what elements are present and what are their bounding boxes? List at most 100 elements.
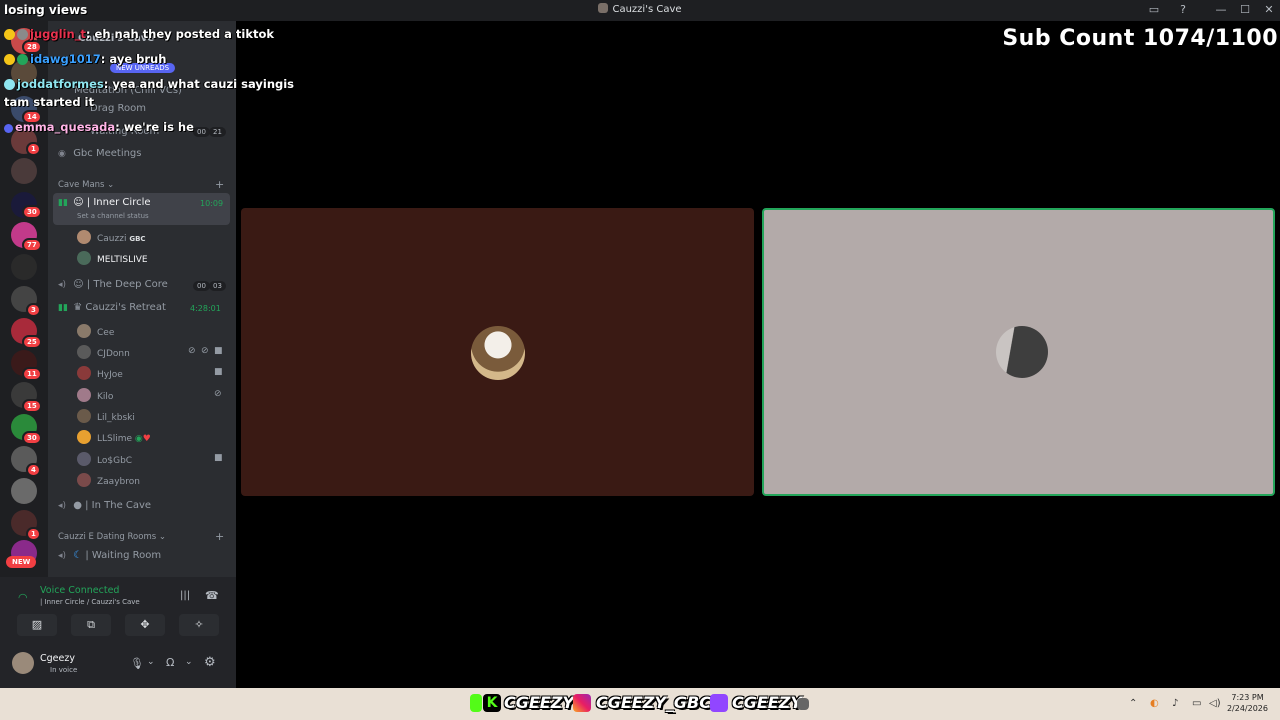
microphone-icon[interactable]: ♪ xyxy=(1172,698,1178,709)
add-channel-icon[interactable]: + xyxy=(215,178,224,191)
voice-user[interactable]: Lo$GbC xyxy=(77,452,132,466)
chat-message-continued: tam started it xyxy=(4,95,94,109)
headphones-icon[interactable]: Ω xyxy=(166,656,174,669)
user-name: HyJoe xyxy=(97,370,123,380)
server-icon-8[interactable] xyxy=(11,254,37,280)
microphone-icon[interactable]: 🎙︎ xyxy=(130,657,144,670)
chat-text: we're is he xyxy=(123,120,194,134)
channel-status[interactable]: Set a channel status xyxy=(77,212,149,220)
rail-badge: 30 xyxy=(22,431,42,445)
camera-off-button[interactable]: ▨ xyxy=(17,614,57,636)
channel-cauzzis-retreat[interactable]: ▮▮ ♛ Cauzzi's Retreat xyxy=(58,302,166,313)
social-handle-instagram: CGEEZY_GBC xyxy=(596,693,711,712)
server-icon-15[interactable] xyxy=(11,478,37,504)
speaker-icon: ◂) xyxy=(58,501,67,511)
rail-badge: 1 xyxy=(26,142,41,156)
chevron-up-icon[interactable]: ⌃ xyxy=(1129,698,1137,709)
gear-icon[interactable]: ⚙ xyxy=(204,655,216,670)
voice-user-cauzzi[interactable]: Cauzzi GBC xyxy=(77,230,146,244)
rail-badge: 4 xyxy=(26,463,41,477)
avatar xyxy=(77,430,91,444)
user-limit-pill: 21 xyxy=(209,127,226,137)
chat-badge-icon xyxy=(4,79,15,90)
close-button[interactable]: ✕ xyxy=(1262,3,1276,17)
avatar[interactable] xyxy=(12,652,34,674)
category-dating-rooms[interactable]: Cauzzi E Dating Rooms ⌄ xyxy=(58,532,166,542)
social-handle-kick: CGEEZY xyxy=(504,693,574,712)
minimize-button[interactable]: — xyxy=(1214,3,1228,17)
new-badge[interactable]: NEW xyxy=(6,556,37,568)
window-title-bar: Cauzzi's Cave ▭ ? — ☐ ✕ xyxy=(0,0,1280,21)
help-icon[interactable]: ? xyxy=(1176,3,1190,17)
channel-drag-room[interactable]: Drag Room xyxy=(90,103,146,114)
chat-separator: : xyxy=(85,27,91,41)
chevron-down-icon[interactable]: ⌄ xyxy=(147,657,155,667)
channel-in-the-cave[interactable]: ◂) ● | In The Cave xyxy=(58,500,151,511)
channel-waiting-room[interactable]: ◂) ☾ | Waiting Room xyxy=(58,550,161,561)
add-channel-icon[interactable]: + xyxy=(215,530,224,543)
channel-label: | Inner Circle xyxy=(86,197,151,208)
chat-badge-icon xyxy=(17,54,28,65)
soundboard-button[interactable]: ✧ xyxy=(179,614,219,636)
chat-username: jugglin_t xyxy=(30,27,86,41)
chat-separator: : xyxy=(115,120,120,134)
user-status: In voice xyxy=(50,666,78,674)
voice-location[interactable]: | Inner Circle / Cauzzi's Cave xyxy=(40,598,140,606)
inbox-icon[interactable]: ▭ xyxy=(1147,3,1161,17)
app-tray-icon[interactable]: ◐ xyxy=(1150,698,1159,709)
channel-deep-core[interactable]: ◂) ☺ | The Deep Core xyxy=(58,279,168,290)
chevron-down-icon[interactable]: ⌄ xyxy=(185,657,193,667)
user-name: CJDonn xyxy=(97,349,130,359)
emoji-icon: ☺ xyxy=(73,197,84,208)
camera-icon: ■ xyxy=(214,367,223,377)
chat-separator: : xyxy=(100,52,106,66)
chat-badge-icon xyxy=(17,29,28,40)
chat-username: emma_quesada xyxy=(15,120,116,134)
server-icon xyxy=(598,3,609,13)
signal-icon: ◠ xyxy=(18,591,28,604)
voice-user[interactable]: LLSlime ◉♥ xyxy=(77,430,151,444)
network-icon[interactable]: ▭ xyxy=(1192,698,1201,709)
channel-inner-circle[interactable]: ▮▮ ☺ | Inner Circle xyxy=(58,197,151,208)
video-tile-1[interactable] xyxy=(241,208,754,496)
category-label: Cauzzi E Dating Rooms xyxy=(58,532,157,542)
volume-icon[interactable]: ◁) xyxy=(1209,698,1221,709)
voice-status[interactable]: Voice Connected xyxy=(40,585,119,596)
channel-label: | The Deep Core xyxy=(86,279,168,290)
video-tile-2-speaking[interactable] xyxy=(762,208,1275,496)
voice-user[interactable]: Cee xyxy=(77,324,114,338)
server-icon-5[interactable] xyxy=(11,158,37,184)
clock[interactable]: 7:23 PM 2/24/2026 xyxy=(1227,692,1268,714)
channel-timer: 10:09 xyxy=(200,199,224,208)
channel-label: | Waiting Room xyxy=(85,550,162,561)
chat-username: idawg1017 xyxy=(30,52,101,66)
disconnect-icon[interactable]: ☎ xyxy=(205,589,219,602)
avatar xyxy=(77,251,91,265)
emoji-icon: ☺ xyxy=(73,279,84,290)
user-name[interactable]: Cgeezy xyxy=(40,653,75,664)
chat-text: yea and what cauzi sayingis xyxy=(112,77,295,91)
participant-avatar xyxy=(996,326,1048,378)
voice-user[interactable]: Kilo xyxy=(77,388,113,402)
category-label: Cave Mans xyxy=(58,180,105,190)
category-cave-mans[interactable]: Cave Mans ⌄ xyxy=(58,180,114,190)
avatar xyxy=(77,388,91,402)
screen-share-button[interactable]: ⧉ xyxy=(71,614,111,636)
user-limit-pill: 03 xyxy=(209,281,226,291)
voice-user[interactable]: Zaaybron xyxy=(77,473,140,487)
sub-count: Sub Count 1074/1100 xyxy=(1002,26,1278,51)
user-name: Zaaybron xyxy=(97,477,140,487)
noise-suppression-icon[interactable]: ||| xyxy=(180,590,190,601)
voice-user-meltislive[interactable]: MELTISLIVE xyxy=(77,251,148,265)
chat-badge-icon xyxy=(4,54,15,65)
window-title: Cauzzi's Cave xyxy=(0,3,1280,15)
voice-user[interactable]: CJDonn xyxy=(77,345,130,359)
voice-user[interactable]: Lil_kbski xyxy=(77,409,135,423)
activities-button[interactable]: ✥ xyxy=(125,614,165,636)
rail-badge: 77 xyxy=(22,238,42,252)
voice-user[interactable]: HyJoe xyxy=(77,366,123,380)
maximize-button[interactable]: ☐ xyxy=(1238,3,1252,17)
chat-badge-icon xyxy=(4,29,15,40)
channel-gbc-meetings[interactable]: ◉ Gbc Meetings xyxy=(58,148,142,159)
muted-icon: ⊘ xyxy=(188,346,196,356)
